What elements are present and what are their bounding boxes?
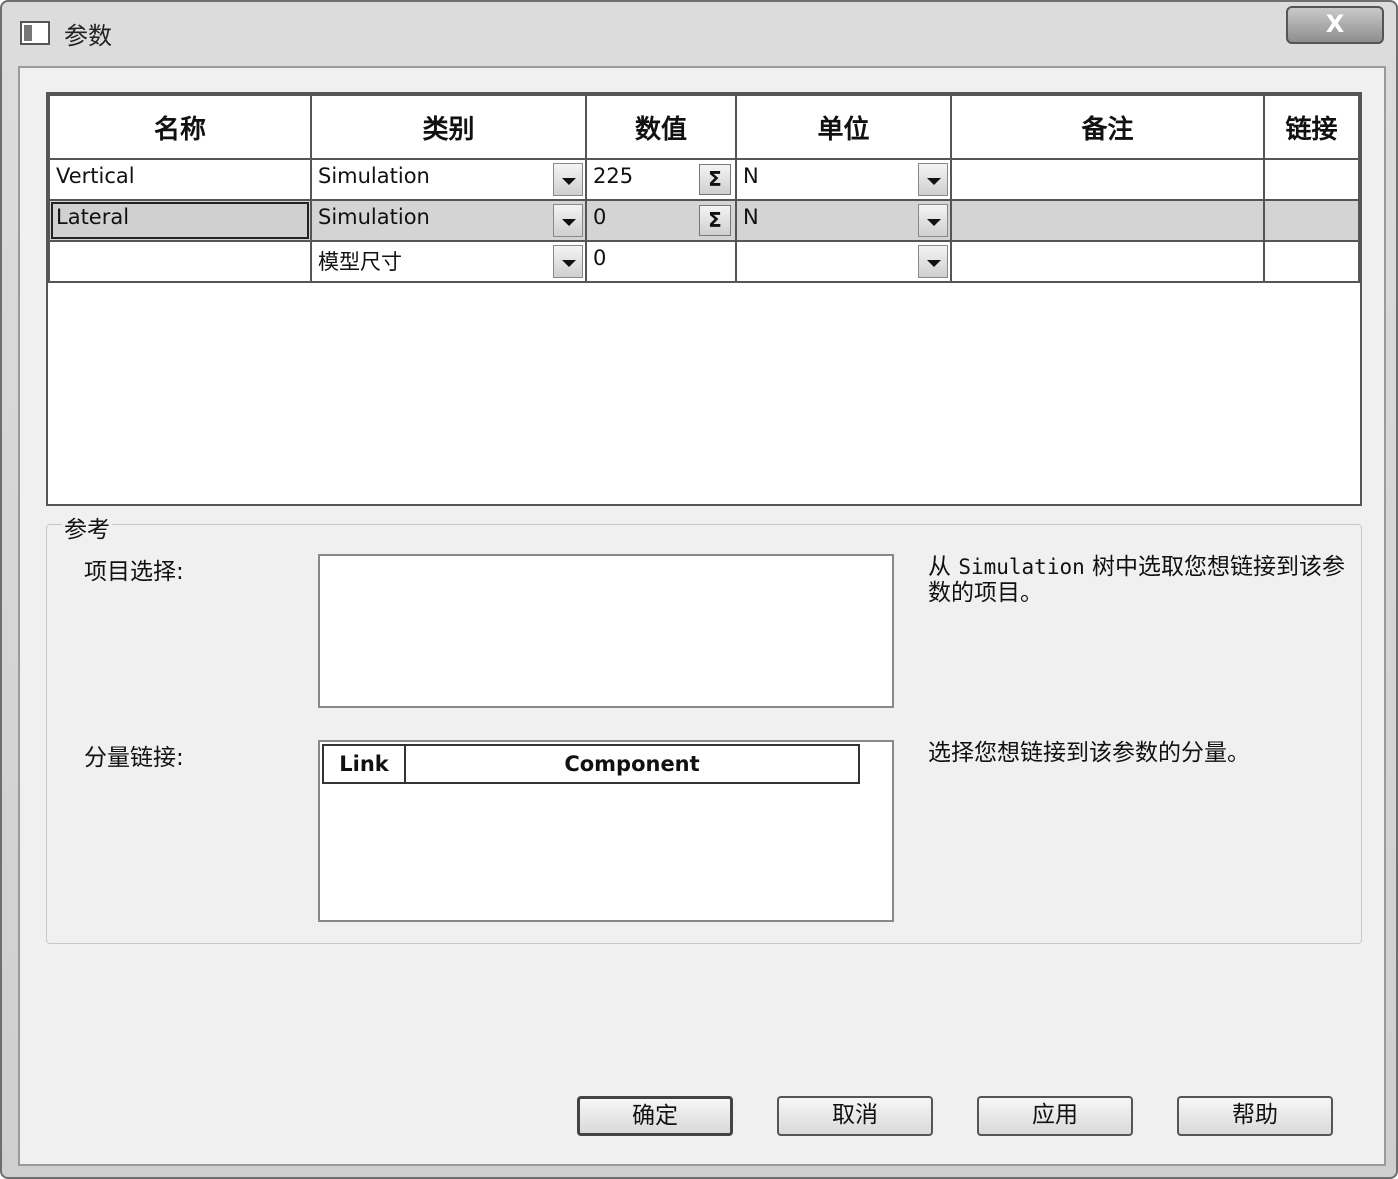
item-select-hint: 从 Simulation 树中选取您想链接到该参数的项目。	[928, 554, 1346, 606]
unit-cell[interactable]	[735, 240, 952, 283]
table-row-selected[interactable]: Lateral Simulation 0Σ N	[48, 199, 1360, 242]
item-select-label: 项目选择:	[84, 559, 184, 585]
column-header-link[interactable]: 链接	[1263, 94, 1360, 160]
note-cell[interactable]	[950, 240, 1265, 283]
note-cell[interactable]	[950, 199, 1265, 242]
help-button[interactable]: 帮助	[1177, 1096, 1333, 1136]
value-cell[interactable]: 0Σ	[585, 199, 737, 242]
name-cell-editor[interactable]: Lateral	[48, 199, 312, 242]
category-dropdown-button[interactable]	[553, 245, 583, 278]
parameters-grid: 名称 类别 数值 单位 备注 链接 Vertical Simulation 22…	[46, 92, 1362, 506]
unit-dropdown-button[interactable]	[918, 245, 948, 278]
column-header-component[interactable]: Component	[406, 746, 858, 782]
grid-header-row: 名称 类别 数值 单位 备注 链接	[48, 94, 1360, 160]
category-dropdown-button[interactable]	[553, 163, 583, 196]
column-header-name[interactable]: 名称	[48, 94, 312, 160]
table-row-new[interactable]: 模型尺寸 0	[48, 240, 1360, 283]
title-bar[interactable]: 参数 X	[2, 2, 1396, 62]
component-list-header: Link Component	[322, 744, 860, 784]
value-cell[interactable]: 225 Σ	[585, 158, 737, 201]
name-cell[interactable]: Vertical	[48, 158, 312, 201]
component-link-hint: 选择您想链接到该参数的分量。	[928, 740, 1250, 766]
component-link-label: 分量链接:	[84, 745, 184, 771]
parameters-dialog: 参数 X 名称 类别 数值 单位 备注 链接 Vertical Simulati…	[0, 0, 1398, 1179]
apply-button[interactable]: 应用	[977, 1096, 1133, 1136]
unit-cell[interactable]: N	[735, 199, 952, 242]
column-header-category[interactable]: 类别	[310, 94, 587, 160]
category-cell[interactable]: Simulation	[310, 199, 587, 242]
item-select-list[interactable]	[318, 554, 894, 708]
column-header-note[interactable]: 备注	[950, 94, 1265, 160]
sigma-icon[interactable]: Σ	[699, 164, 731, 195]
ok-button[interactable]: 确定	[577, 1096, 733, 1136]
column-header-link[interactable]: Link	[324, 746, 406, 782]
value-cell[interactable]: 0	[585, 240, 737, 283]
note-cell[interactable]	[950, 158, 1265, 201]
column-header-value[interactable]: 数值	[585, 94, 737, 160]
cancel-button[interactable]: 取消	[777, 1096, 933, 1136]
link-cell[interactable]	[1263, 158, 1360, 201]
reference-group-label: 参考	[62, 510, 112, 544]
unit-dropdown-button[interactable]	[918, 163, 948, 196]
table-row[interactable]: Vertical Simulation 225 Σ N	[48, 158, 1360, 201]
close-button[interactable]: X	[1286, 6, 1384, 44]
dialog-body: 名称 类别 数值 单位 备注 链接 Vertical Simulation 22…	[18, 66, 1386, 1166]
link-cell[interactable]	[1263, 199, 1360, 242]
unit-dropdown-button[interactable]	[918, 204, 948, 237]
sigma-icon[interactable]: Σ	[699, 205, 731, 236]
name-cell[interactable]	[48, 240, 312, 283]
category-cell[interactable]: Simulation	[310, 158, 587, 201]
component-link-list[interactable]: Link Component	[318, 740, 894, 922]
unit-cell[interactable]: N	[735, 158, 952, 201]
window-icon	[20, 21, 50, 45]
category-dropdown-button[interactable]	[553, 204, 583, 237]
category-cell[interactable]: 模型尺寸	[310, 240, 587, 283]
window-title: 参数	[64, 22, 112, 50]
link-cell[interactable]	[1263, 240, 1360, 283]
column-header-unit[interactable]: 单位	[735, 94, 952, 160]
